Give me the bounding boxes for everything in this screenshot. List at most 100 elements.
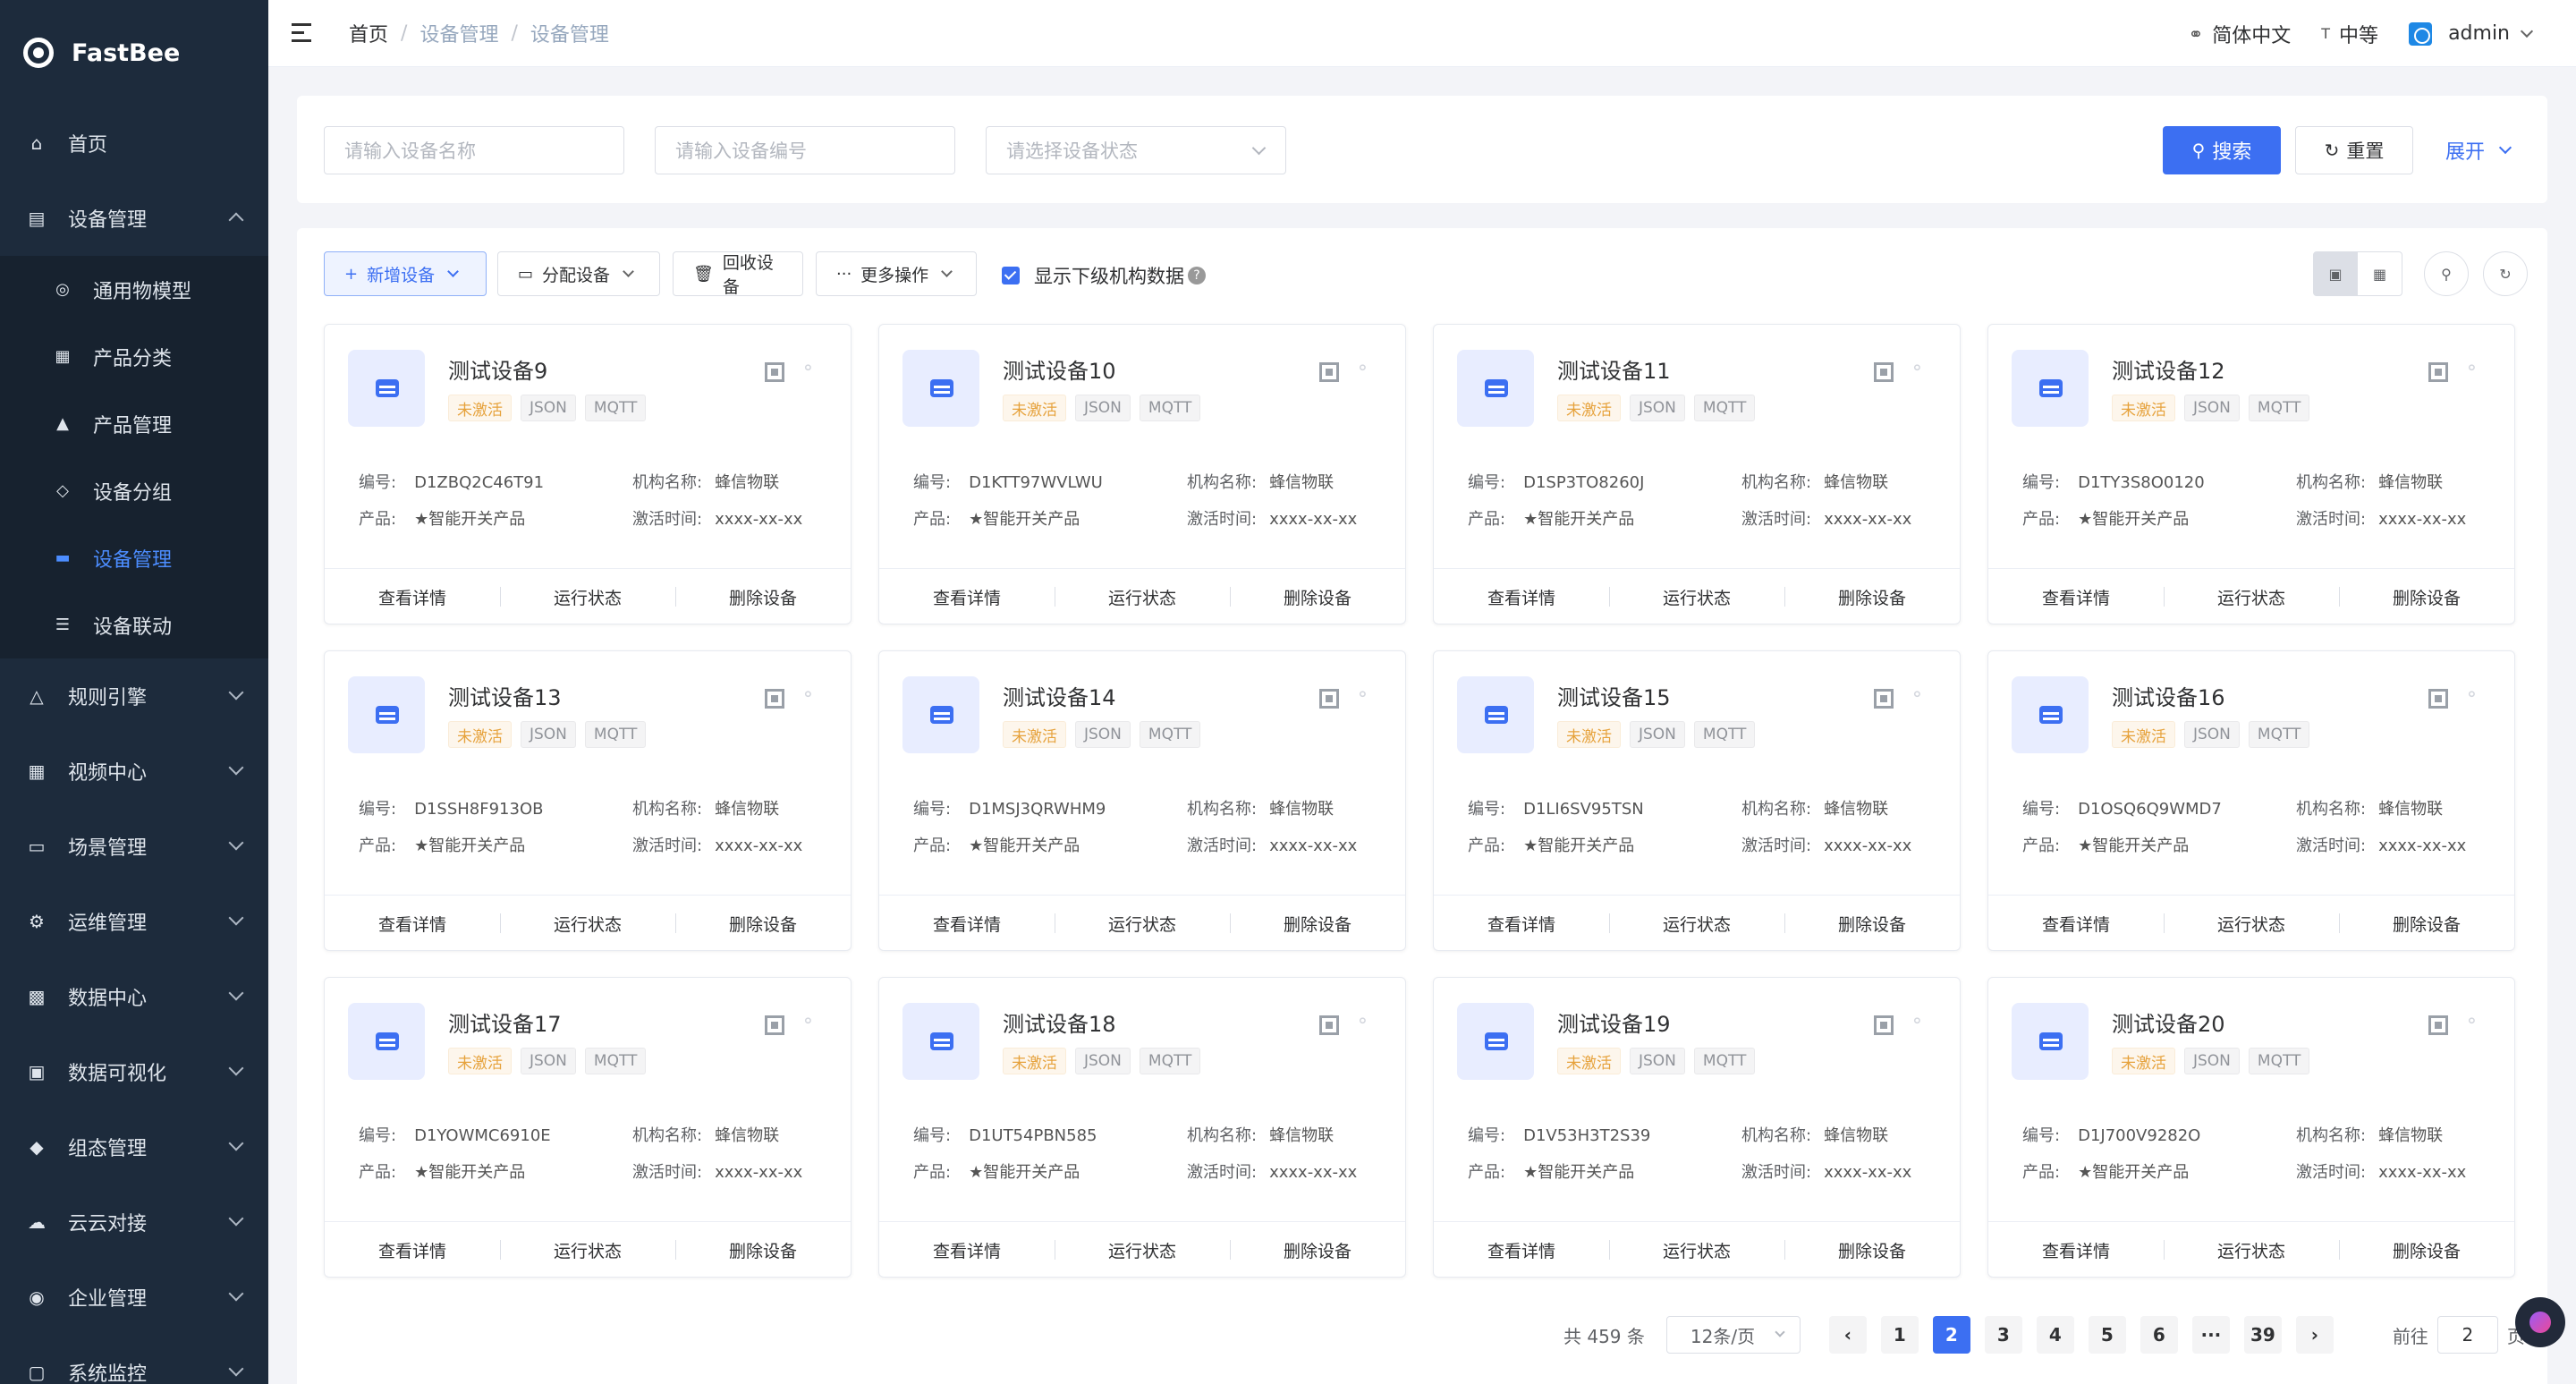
device-serial-input[interactable]: 请输入设备编号 [655,126,955,174]
page-number[interactable]: 5 [2088,1316,2126,1354]
run-status-button[interactable]: 运行状态 [500,585,675,609]
sidebar-item[interactable]: ▢ 系统监控 [0,1335,268,1384]
delete-device-button[interactable]: 删除设备 [1784,912,1960,936]
delete-device-button[interactable]: 删除设备 [2339,1238,2514,1262]
device-card[interactable]: 测试设备13 未激活 JSON MQTT ⚬ 编号: D1SSH8F913OB 机构名称: 蜂信… [324,650,852,951]
sidebar-item[interactable]: ▩ 数据中心 [0,959,268,1034]
view-detail-button[interactable]: 查看详情 [1434,1238,1609,1262]
view-detail-button[interactable]: 查看详情 [325,585,500,609]
view-detail-button[interactable]: 查看详情 [1988,585,2164,609]
page-number[interactable]: 39 [2243,1316,2282,1354]
breadcrumb-home[interactable]: 首页 [349,19,388,47]
device-card[interactable]: 测试设备11 未激活 JSON MQTT ⚬ 编号: D1SP3TO8260J 机构名称: 蜂信… [1433,324,1961,624]
qrcode-icon[interactable] [1874,1015,1894,1035]
search-button[interactable]: ⚲ 搜索 [2163,126,2281,174]
device-name[interactable]: 测试设备20 [2112,1006,2225,1038]
submenu-item[interactable]: ☰ 设备联动 [0,591,268,658]
qrcode-icon[interactable] [1874,689,1894,709]
prev-page-button[interactable]: ‹ [1828,1316,1867,1354]
device-card[interactable]: 测试设备10 未激活 JSON MQTT ⚬ 编号: D1KTT97WVLWU 机构名称: 蜂信… [878,324,1406,624]
run-status-button[interactable]: 运行状态 [1055,1238,1230,1262]
device-name[interactable]: 测试设备10 [1003,353,1116,385]
logo[interactable]: FastBee [0,0,268,106]
qrcode-icon[interactable] [1874,362,1894,382]
help-icon[interactable]: ? [1188,267,1206,284]
submenu-item[interactable]: ▬ 设备管理 [0,524,268,591]
device-card[interactable]: 测试设备15 未激活 JSON MQTT ⚬ 编号: D1LI6SV95TSN 机构名称: 蜂信… [1433,650,1961,951]
page-number[interactable]: 1 [1880,1316,1919,1354]
view-detail-button[interactable]: 查看详情 [1434,585,1609,609]
submenu-item[interactable]: ◎ 通用物模型 [0,256,268,323]
size-switch[interactable]: T 中等 [2321,20,2378,48]
qrcode-icon[interactable] [1319,689,1339,709]
device-name[interactable]: 测试设备14 [1003,680,1116,711]
recycle-device-button[interactable]: 🗑 回收设备 [673,251,803,297]
qrcode-icon[interactable] [1319,1015,1339,1035]
run-status-button[interactable]: 运行状态 [2164,585,2339,609]
run-status-button[interactable]: 运行状态 [1609,585,1784,609]
run-status-button[interactable]: 运行状态 [1609,1238,1784,1262]
page-number[interactable]: 2 [1932,1316,1970,1354]
sidebar-item[interactable]: ▣ 数据可视化 [0,1034,268,1109]
submenu-item[interactable]: ◇ 设备分组 [0,457,268,524]
view-detail-button[interactable]: 查看详情 [879,912,1055,936]
view-detail-button[interactable]: 查看详情 [1988,1238,2164,1262]
view-detail-button[interactable]: 查看详情 [879,585,1055,609]
device-status-select[interactable]: 请选择设备状态 [986,126,1286,174]
device-card[interactable]: 测试设备19 未激活 JSON MQTT ⚬ 编号: D1V53H3T2S39 机构名称: 蜂信… [1433,977,1961,1278]
qrcode-icon[interactable] [765,362,784,382]
delete-device-button[interactable]: 删除设备 [675,1238,851,1262]
view-detail-button[interactable]: 查看详情 [325,912,500,936]
assign-device-button[interactable]: ▭ 分配设备 [497,251,660,296]
view-detail-button[interactable]: 查看详情 [325,1238,500,1262]
delete-device-button[interactable]: 删除设备 [2339,585,2514,609]
view-detail-button[interactable]: 查看详情 [879,1238,1055,1262]
device-name[interactable]: 测试设备18 [1003,1006,1116,1038]
qrcode-icon[interactable] [2428,1015,2448,1035]
goto-page-input[interactable]: 2 [2436,1316,2498,1354]
reset-button[interactable]: ↻ 重置 [2295,126,2413,174]
qrcode-icon[interactable] [2428,689,2448,709]
delete-device-button[interactable]: 删除设备 [2339,912,2514,936]
device-card[interactable]: 测试设备14 未激活 JSON MQTT ⚬ 编号: D1MSJ3QRWHM9 机构名称: 蜂信… [878,650,1406,951]
more-actions-button[interactable]: ··· 更多操作 [816,251,977,296]
list-view-icon[interactable]: ▦ [2358,251,2402,296]
sidebar-item[interactable]: ⚙ 运维管理 [0,884,268,959]
device-name[interactable]: 测试设备11 [1557,353,1671,385]
device-card[interactable]: 测试设备16 未激活 JSON MQTT ⚬ 编号: D1OSQ6Q9WMD7 机构名称: 蜂信… [1987,650,2515,951]
device-card[interactable]: 测试设备12 未激活 JSON MQTT ⚬ 编号: D1TY3S8O0120 机构名称: 蜂信… [1987,324,2515,624]
sidebar-item[interactable]: ◆ 组态管理 [0,1109,268,1184]
run-status-button[interactable]: 运行状态 [500,912,675,936]
run-status-button[interactable]: 运行状态 [2164,1238,2339,1262]
submenu-item[interactable]: ▦ 产品分类 [0,323,268,390]
delete-device-button[interactable]: 删除设备 [675,585,851,609]
delete-device-button[interactable]: 删除设备 [1784,1238,1960,1262]
device-name[interactable]: 测试设备12 [2112,353,2225,385]
device-name[interactable]: 测试设备13 [448,680,562,711]
device-card[interactable]: 测试设备20 未激活 JSON MQTT ⚬ 编号: D1J700V9282O 机构名称: 蜂信… [1987,977,2515,1278]
language-switch[interactable]: ⚭ 简体中文 [2188,20,2291,48]
sidebar-item[interactable]: ▤ 设备管理 [0,181,268,256]
page-number[interactable]: 6 [2140,1316,2178,1354]
refresh-icon[interactable]: ↻ [2483,251,2528,296]
device-name[interactable]: 测试设备17 [448,1006,562,1038]
run-status-button[interactable]: 运行状态 [2164,912,2339,936]
delete-device-button[interactable]: 删除设备 [675,912,851,936]
sidebar-item[interactable]: ☁ 云云对接 [0,1184,268,1260]
device-name[interactable]: 测试设备16 [2112,680,2225,711]
breadcrumb-device-mgmt[interactable]: 设备管理 [419,19,498,47]
qrcode-icon[interactable] [1319,362,1339,382]
more-pages-icon[interactable]: ··· [2191,1316,2230,1354]
device-name-input[interactable]: 请输入设备名称 [324,126,624,174]
delete-device-button[interactable]: 删除设备 [1230,1238,1405,1262]
page-size-select[interactable]: 12条/页 [1665,1316,1801,1354]
delete-device-button[interactable]: 删除设备 [1230,585,1405,609]
delete-device-button[interactable]: 删除设备 [1784,585,1960,609]
sidebar-item[interactable]: ◉ 企业管理 [0,1260,268,1335]
search-toggle-icon[interactable]: ⚲ [2424,251,2469,296]
sidebar-item[interactable]: ⌂ 首页 [0,106,268,181]
page-number[interactable]: 3 [1984,1316,2022,1354]
device-name[interactable]: 测试设备19 [1557,1006,1671,1038]
device-name[interactable]: 测试设备9 [448,353,547,385]
device-card[interactable]: 测试设备9 未激活 JSON MQTT ⚬ 编号: D1ZBQ2C46T91 机构名称: 蜂信物… [324,324,852,624]
